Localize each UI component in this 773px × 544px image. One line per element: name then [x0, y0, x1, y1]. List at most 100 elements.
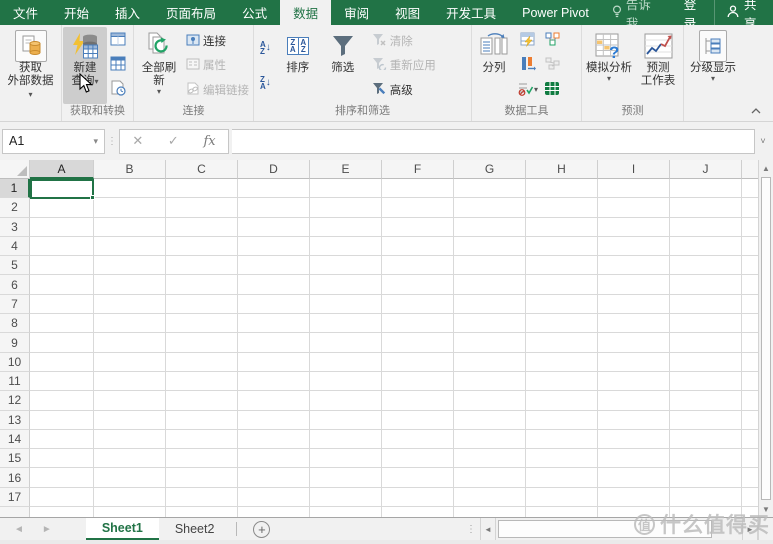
cell-A5[interactable] [30, 256, 94, 275]
collapse-ribbon-button[interactable] [747, 104, 765, 118]
cell-B17[interactable] [94, 488, 166, 507]
row-header-partial[interactable] [0, 507, 30, 517]
vertical-scroll-thumb[interactable] [761, 177, 771, 500]
cell-I2[interactable] [598, 198, 670, 217]
cell-F6[interactable] [382, 275, 454, 294]
cell-E3[interactable] [310, 218, 382, 237]
sheet-nav-right-icon[interactable]: ► [42, 524, 52, 535]
cell-C14[interactable] [166, 430, 238, 449]
cell-A8[interactable] [30, 314, 94, 333]
sort-button[interactable]: ZAAZ 排序 [276, 27, 320, 104]
cell-B3[interactable] [94, 218, 166, 237]
cell-H4[interactable] [526, 237, 598, 256]
cell-I8[interactable] [598, 314, 670, 333]
cell-I4[interactable] [598, 237, 670, 256]
cell-J[interactable] [670, 507, 742, 517]
cell-G[interactable] [454, 507, 526, 517]
cell-I6[interactable] [598, 275, 670, 294]
cell-A13[interactable] [30, 411, 94, 430]
cell-H17[interactable] [526, 488, 598, 507]
row-header-5[interactable]: 5 [0, 256, 30, 275]
cell-G12[interactable] [454, 391, 526, 410]
formula-bar-handle[interactable]: ⋮ [105, 136, 119, 147]
row-header-16[interactable]: 16 [0, 468, 30, 487]
cell-D17[interactable] [238, 488, 310, 507]
cell-G13[interactable] [454, 411, 526, 430]
menu-tab-formulas[interactable]: 公式 [229, 0, 280, 25]
cell-D[interactable] [238, 507, 310, 517]
scroll-left-icon[interactable]: ◄ [480, 518, 496, 540]
relationships-button[interactable] [542, 56, 562, 74]
cell-E6[interactable] [310, 275, 382, 294]
row-header-15[interactable]: 15 [0, 449, 30, 468]
cell-H7[interactable] [526, 295, 598, 314]
cell-B8[interactable] [94, 314, 166, 333]
sign-in-button[interactable]: 登录 [674, 0, 714, 25]
cell-E[interactable] [310, 507, 382, 517]
cell-I17[interactable] [598, 488, 670, 507]
fill-handle[interactable] [90, 195, 95, 200]
cell-F8[interactable] [382, 314, 454, 333]
cell-A16[interactable] [30, 468, 94, 487]
show-queries-button[interactable] [108, 32, 128, 50]
cell-A12[interactable] [30, 391, 94, 410]
cell-G6[interactable] [454, 275, 526, 294]
cell-I10[interactable] [598, 353, 670, 372]
cell-C11[interactable] [166, 372, 238, 391]
menu-tab-insert[interactable]: 插入 [102, 0, 153, 25]
cell-G7[interactable] [454, 295, 526, 314]
menu-tab-power-pivot[interactable]: Power Pivot [509, 0, 602, 25]
cell-I9[interactable] [598, 333, 670, 352]
manage-data-model-button[interactable] [542, 81, 562, 99]
refresh-all-button[interactable]: 全部刷新 ▾ [135, 27, 183, 104]
menu-tab-developer[interactable]: 开发工具 [433, 0, 509, 25]
cell-I12[interactable] [598, 391, 670, 410]
column-header-D[interactable]: D [238, 160, 310, 179]
cell-B7[interactable] [94, 295, 166, 314]
row-header-9[interactable]: 9 [0, 333, 30, 352]
cell-J3[interactable] [670, 218, 742, 237]
cell-B[interactable] [94, 507, 166, 517]
row-header-11[interactable]: 11 [0, 372, 30, 391]
cell-A4[interactable] [30, 237, 94, 256]
cell-H16[interactable] [526, 468, 598, 487]
text-to-columns-button[interactable]: 分列 [473, 27, 515, 104]
new-query-button[interactable]: 新建 查询▾ [63, 27, 107, 104]
edit-links-button[interactable]: 编辑链接 [184, 80, 251, 100]
cell-A6[interactable] [30, 275, 94, 294]
cell-C16[interactable] [166, 468, 238, 487]
cell-J14[interactable] [670, 430, 742, 449]
consolidate-button[interactable] [542, 32, 562, 50]
cell-B10[interactable] [94, 353, 166, 372]
cell-H12[interactable] [526, 391, 598, 410]
cell-D16[interactable] [238, 468, 310, 487]
cell-J16[interactable] [670, 468, 742, 487]
cell-A15[interactable] [30, 449, 94, 468]
cell-A2[interactable] [30, 198, 94, 217]
cell-E13[interactable] [310, 411, 382, 430]
cell-B15[interactable] [94, 449, 166, 468]
cell-G2[interactable] [454, 198, 526, 217]
column-header-H[interactable]: H [526, 160, 598, 179]
cell-E12[interactable] [310, 391, 382, 410]
recent-sources-button[interactable] [108, 81, 128, 99]
column-header-I[interactable]: I [598, 160, 670, 179]
cell-E7[interactable] [310, 295, 382, 314]
cell-E14[interactable] [310, 430, 382, 449]
select-all-button[interactable] [0, 160, 30, 179]
what-if-analysis-button[interactable]: ? 模拟分析 ▾ [583, 27, 635, 104]
row-header-13[interactable]: 13 [0, 411, 30, 430]
scroll-right-icon[interactable]: ► [742, 518, 758, 540]
row-header-4[interactable]: 4 [0, 237, 30, 256]
cell-F4[interactable] [382, 237, 454, 256]
cell-E15[interactable] [310, 449, 382, 468]
cancel-icon[interactable]: ✕ [132, 133, 143, 149]
row-header-8[interactable]: 8 [0, 314, 30, 333]
cell-I13[interactable] [598, 411, 670, 430]
cell-D15[interactable] [238, 449, 310, 468]
cell-D6[interactable] [238, 275, 310, 294]
sort-az-button[interactable]: AZ↓ [258, 39, 273, 57]
forecast-sheet-button[interactable]: 预测 工作表 [635, 27, 681, 104]
cell-I11[interactable] [598, 372, 670, 391]
filter-button[interactable]: 筛选 [320, 27, 366, 104]
